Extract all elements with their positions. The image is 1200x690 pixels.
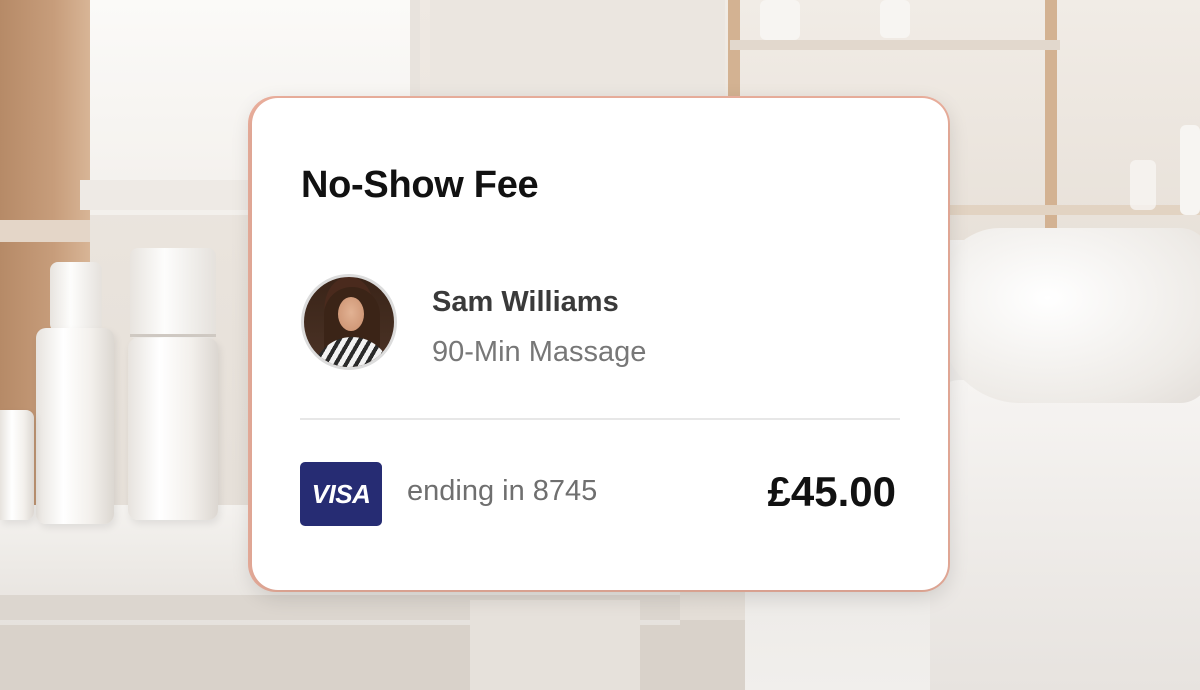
jar <box>880 0 910 38</box>
pump-bottle <box>36 328 114 524</box>
bottle-band <box>130 334 216 337</box>
no-show-fee-card: No-Show Fee Sam Williams 90-Min Massage … <box>252 98 948 590</box>
table-leg <box>470 600 640 690</box>
card-title: No-Show Fee <box>301 164 539 206</box>
shelf-board <box>730 40 1060 50</box>
shelf-post <box>1045 0 1057 230</box>
jar <box>1130 160 1156 210</box>
jar <box>0 410 34 520</box>
floor <box>0 620 760 690</box>
client-avatar <box>301 274 397 370</box>
folded-towel <box>930 380 1200 690</box>
service-name: 90-Min Massage <box>432 336 647 368</box>
jar <box>760 0 800 40</box>
jar <box>1180 125 1200 215</box>
card-ending: ending in 8745 <box>407 475 598 507</box>
bottle <box>128 338 218 520</box>
client-name: Sam Williams <box>432 286 619 318</box>
bottle-cap <box>130 248 216 340</box>
divider <box>300 418 900 420</box>
visa-icon: VISA <box>300 462 382 526</box>
pump-bottle-cap <box>50 262 102 332</box>
rolled-towel <box>940 228 1200 403</box>
fee-amount: £45.00 <box>767 468 896 515</box>
